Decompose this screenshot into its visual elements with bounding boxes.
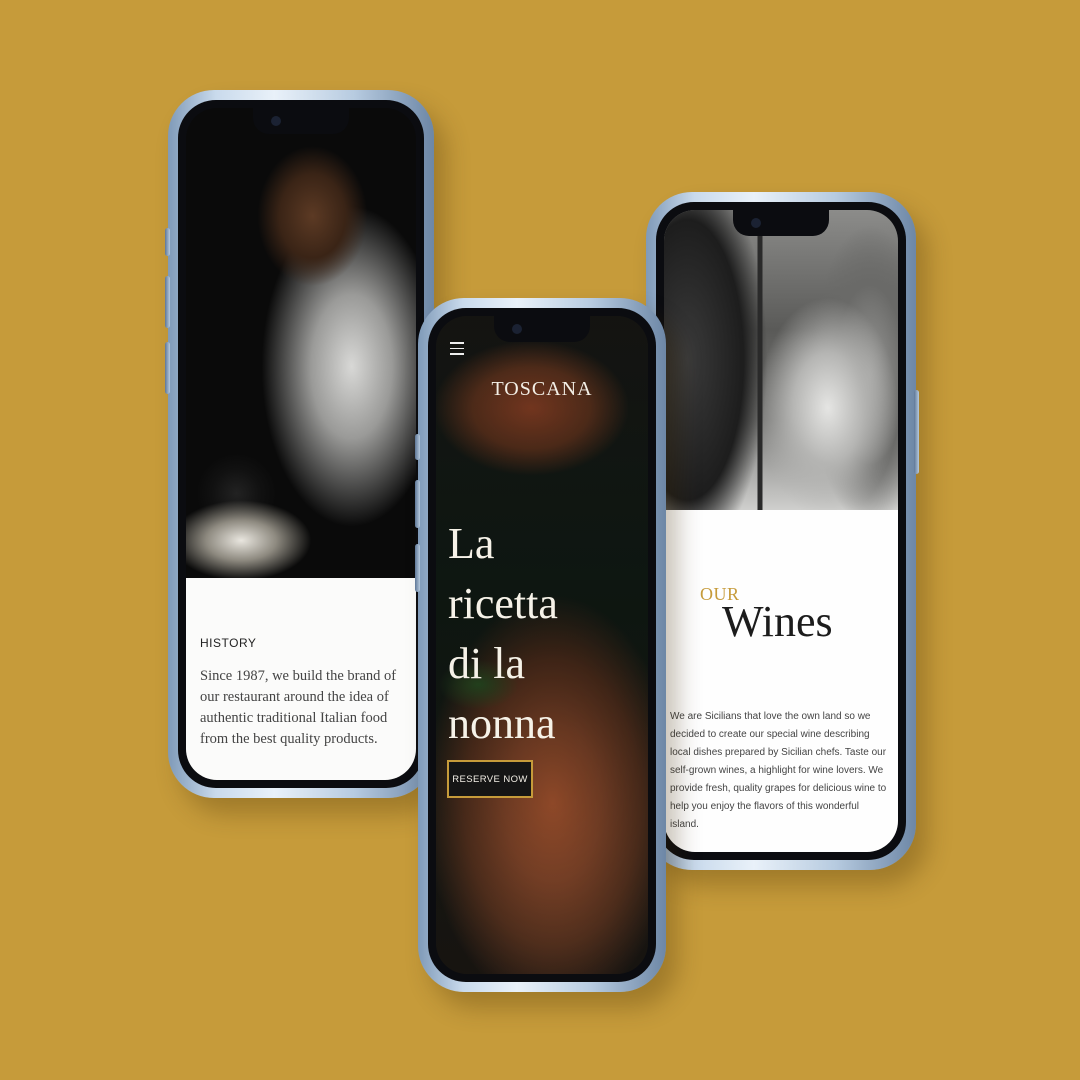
phone-hero: TOSCANA La ricetta di la nonna RESERVE N…	[415, 298, 666, 992]
phone-bezel: OUR Wines We are Sicilians that love the…	[656, 202, 906, 860]
reserve-now-button[interactable]: RESERVE NOW	[447, 760, 533, 798]
history-screen: HISTORY Since 1987, we build the brand o…	[186, 108, 416, 780]
hero-title: La ricetta di la nonna	[448, 514, 648, 754]
phone-wines: OUR Wines We are Sicilians that love the…	[646, 192, 919, 870]
phone-side-button	[415, 544, 420, 592]
history-section: HISTORY Since 1987, we build the brand o…	[186, 578, 416, 780]
phone-bezel: TOSCANA La ricetta di la nonna RESERVE N…	[428, 308, 656, 982]
hero-title-line: di la	[448, 639, 525, 688]
hero-screen: TOSCANA La ricetta di la nonna RESERVE N…	[436, 316, 648, 974]
brand-logo[interactable]: TOSCANA	[436, 378, 648, 401]
phone-side-button	[415, 480, 420, 528]
hero-title-line: La	[448, 519, 495, 568]
hamburger-menu-icon[interactable]	[450, 342, 464, 355]
phone-side-button	[165, 276, 170, 328]
phone-side-button	[165, 228, 170, 256]
hero-title-line: nonna	[448, 699, 556, 748]
chef-photo	[186, 108, 416, 578]
history-label: HISTORY	[200, 636, 257, 650]
phone-bezel: HISTORY Since 1987, we build the brand o…	[178, 100, 424, 788]
hero-title-line: ricetta	[448, 579, 558, 628]
wines-text: We are Sicilians that love the own land …	[670, 711, 887, 830]
phone-notch	[253, 108, 349, 134]
phone-side-button	[165, 342, 170, 394]
phone-side-button	[415, 434, 420, 460]
history-text: Since 1987, we build the brand of our re…	[200, 668, 397, 747]
street-cafe-photo	[664, 210, 898, 510]
wines-section: OUR Wines We are Sicilians that love the…	[664, 510, 898, 852]
phone-notch	[733, 210, 829, 236]
phone-notch	[494, 316, 590, 342]
phone-side-button	[914, 390, 919, 474]
wines-screen: OUR Wines We are Sicilians that love the…	[664, 210, 898, 852]
wines-title: Wines	[722, 597, 833, 646]
phone-history: HISTORY Since 1987, we build the brand o…	[165, 90, 434, 798]
